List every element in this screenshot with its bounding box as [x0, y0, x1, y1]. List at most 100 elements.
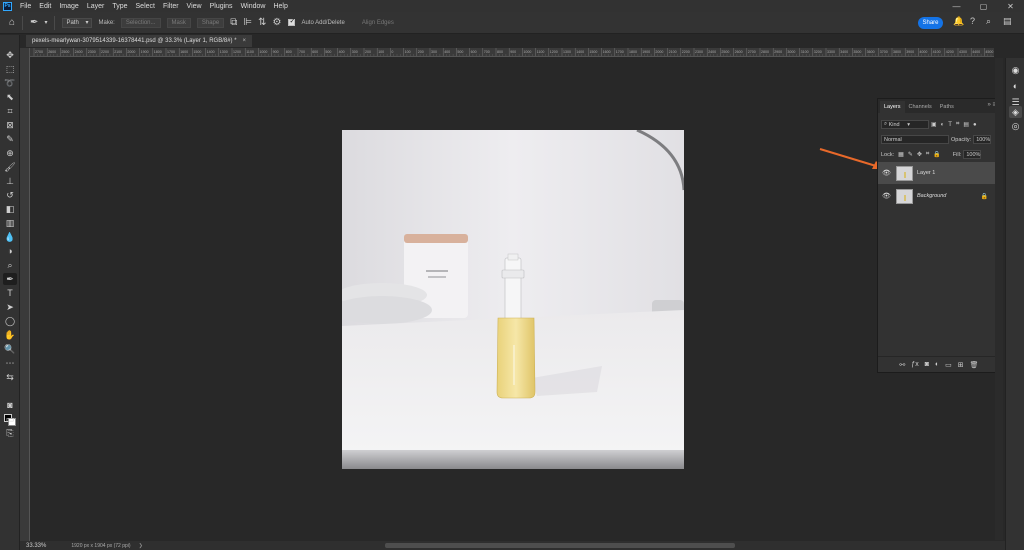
healing-icon[interactable]: ⊕	[3, 147, 17, 159]
filter-type-icon[interactable]: T	[948, 122, 952, 128]
frame-icon[interactable]: ⊠	[3, 119, 17, 131]
brush-icon[interactable]: 🖌	[3, 161, 17, 173]
gradient-icon[interactable]: ▥	[3, 217, 17, 229]
horizontal-ruler[interactable]: 2700 2600 2500 2400 2300 2200 2100 2000 1900 1800…	[30, 48, 994, 57]
filter-smart-object-icon[interactable]: ▤	[963, 121, 969, 128]
menu-edit[interactable]: Edit	[35, 3, 55, 10]
eye-icon[interactable]: 👁	[882, 169, 892, 177]
screen-mode-icon[interactable]: ▭	[3, 413, 17, 425]
lock-all-icon[interactable]: 🔒	[933, 151, 940, 158]
color-panel-icon[interactable]: ◉	[1009, 64, 1022, 76]
lock-image-icon[interactable]: ✎	[908, 151, 913, 158]
move-icon[interactable]: ✥	[3, 49, 17, 61]
opacity-input[interactable]: 100%	[973, 135, 992, 144]
search-icon[interactable]: ⌕	[986, 16, 991, 27]
status-menu-icon[interactable]: ❯	[139, 543, 143, 549]
eraser-icon[interactable]: ◧	[3, 203, 17, 215]
eyedropper-icon[interactable]: ✎	[3, 133, 17, 145]
layers-panel-icon[interactable]: ◈	[1009, 106, 1022, 118]
zoom-canvas-icon[interactable]: ⌕	[3, 259, 17, 271]
adjustment-layer-icon[interactable]: ◐	[935, 361, 939, 368]
shape-button[interactable]: Shape	[196, 17, 225, 28]
menu-plugins[interactable]: Plugins	[206, 3, 237, 10]
layer-row-background[interactable]: 👁 Background 🔒	[878, 185, 996, 207]
close-tab-button[interactable]: ×	[243, 38, 247, 44]
document-tab[interactable]: pexels-mearlywan-3079514339-16378441.psd…	[26, 35, 253, 47]
link-layers-icon[interactable]: ⚯	[899, 361, 905, 369]
filter-toggle-icon[interactable]: ●	[973, 122, 977, 128]
chevron-down-icon[interactable]: ▾	[41, 19, 50, 26]
lock-artboard-icon[interactable]: ⌗	[926, 151, 929, 158]
workspace-icon[interactable]: ▤	[1003, 16, 1012, 27]
folder-icon[interactable]: ▭	[945, 361, 952, 369]
shape-icon[interactable]: ◯	[3, 315, 17, 327]
quick-mask-icon[interactable]: ◙	[3, 399, 17, 411]
menu-filter[interactable]: Filter	[159, 3, 183, 10]
add-mask-icon[interactable]: ◙	[925, 361, 929, 368]
menu-layer[interactable]: Layer	[83, 3, 109, 10]
dodge-icon[interactable]: ◑	[3, 245, 17, 257]
blend-mode-select[interactable]: Normal	[881, 135, 949, 144]
zoom-level[interactable]: 33.33%	[26, 543, 46, 549]
vertical-scrollbar[interactable]	[995, 58, 1003, 540]
layer-row-layer-1[interactable]: 👁 Layer 1	[878, 162, 996, 184]
channels-icon[interactable]: ◎	[1009, 120, 1022, 132]
filter-shape-icon[interactable]: ⌗	[956, 121, 959, 128]
menu-image[interactable]: Image	[55, 3, 82, 10]
menu-file[interactable]: File	[16, 3, 35, 10]
mask-button[interactable]: Mask	[166, 17, 191, 28]
hand-icon[interactable]: ✋	[3, 329, 17, 341]
document-canvas[interactable]	[342, 130, 684, 469]
type-icon[interactable]: T	[3, 287, 17, 299]
menu-help[interactable]: Help	[269, 3, 291, 10]
default-colors-icon[interactable]: ⇆	[3, 371, 17, 383]
share-button[interactable]: Share	[918, 17, 943, 29]
path-select-icon[interactable]: ➤	[3, 301, 17, 313]
fx-icon[interactable]: ƒx	[911, 361, 918, 368]
path-arrangement-icon[interactable]: ⇅	[255, 17, 269, 28]
more-tools-icon[interactable]: ⋯	[3, 357, 17, 369]
tab-paths[interactable]: Paths	[936, 101, 958, 113]
eye-icon[interactable]: 👁	[882, 192, 892, 200]
path-operations-icon[interactable]: ⧉	[227, 17, 240, 28]
auto-add-delete-checkbox[interactable]	[288, 17, 296, 26]
filter-adjustment-icon[interactable]: ◐	[941, 122, 945, 128]
adjustments-icon[interactable]: ◐	[1009, 80, 1022, 92]
lasso-icon[interactable]: ➰	[3, 77, 17, 89]
object-select-icon[interactable]: ⬉	[3, 91, 17, 103]
close-window-button[interactable]: ✕	[997, 0, 1024, 12]
bell-icon[interactable]: 🔔	[953, 16, 964, 27]
history-brush-icon[interactable]: ↺	[3, 189, 17, 201]
tab-channels[interactable]: Channels	[905, 101, 936, 113]
menu-select[interactable]: Select	[132, 3, 159, 10]
fill-input[interactable]: 100%	[963, 150, 982, 159]
edit-toolbar-icon[interactable]: ⎘	[3, 427, 17, 439]
vertical-ruler[interactable]	[20, 48, 30, 550]
selection-button[interactable]: Selection...	[120, 17, 161, 28]
pen-icon[interactable]: ✒	[3, 273, 17, 285]
menu-view[interactable]: View	[183, 3, 206, 10]
horizontal-scrollbar[interactable]	[385, 543, 735, 548]
home-icon[interactable]: ⌂	[6, 17, 18, 28]
path-alignment-icon[interactable]: ⊫	[240, 17, 255, 28]
stamp-icon[interactable]: ⊥	[3, 175, 17, 187]
gear-icon[interactable]: ⚙	[269, 17, 284, 28]
help-icon[interactable]: ?	[970, 16, 975, 26]
new-layer-icon[interactable]: ⊞	[958, 361, 964, 369]
blur-icon[interactable]: 💧	[3, 231, 17, 243]
filter-pixel-icon[interactable]: ▣	[931, 121, 937, 128]
zoom-icon[interactable]: 🔍	[3, 343, 17, 355]
lock-transparent-icon[interactable]: ▦	[898, 151, 904, 158]
pen-tool-preset-icon[interactable]: ✒	[27, 17, 41, 28]
marquee-icon[interactable]: ⬚	[3, 63, 17, 75]
menu-type[interactable]: Type	[108, 3, 131, 10]
menu-window[interactable]: Window	[237, 3, 270, 10]
crop-icon[interactable]: ⌗	[3, 105, 17, 117]
lock-position-icon[interactable]: ✥	[917, 151, 922, 158]
maximize-button[interactable]: ▢	[970, 0, 997, 12]
path-mode-select[interactable]: Path ▾	[62, 17, 93, 28]
trash-icon[interactable]: 🗑	[970, 361, 979, 369]
filter-kind-select[interactable]: ⌕ Kind ▾	[881, 120, 929, 129]
minimize-button[interactable]: —	[943, 0, 970, 12]
tab-layers[interactable]: Layers	[880, 101, 905, 113]
